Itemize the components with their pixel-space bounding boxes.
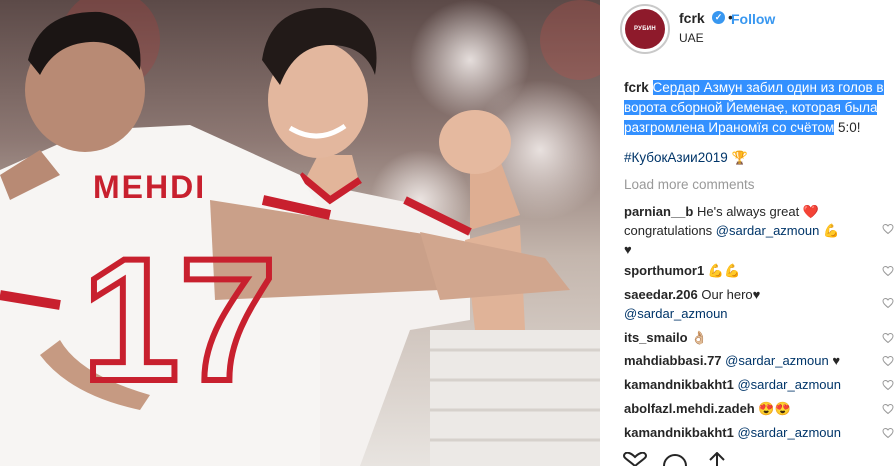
like-comment-heart-icon[interactable] xyxy=(882,223,894,235)
like-comment-heart-icon[interactable] xyxy=(882,297,894,309)
post-location[interactable]: UAE xyxy=(679,31,704,45)
comment-emoji: 💪 xyxy=(822,223,840,238)
like-comment-heart-icon[interactable] xyxy=(882,427,894,439)
comment-emoji: ❤️ xyxy=(802,204,819,219)
post-action-bar xyxy=(622,452,894,466)
comment-username[interactable]: abolfazl.mehdi.zadeh xyxy=(624,401,755,416)
like-comment-heart-icon[interactable] xyxy=(882,403,894,415)
comment-mention[interactable]: @sardar_azmoun xyxy=(716,223,820,238)
comment-text: He's always great xyxy=(696,204,800,219)
jersey-name: MEHDI xyxy=(93,169,206,205)
comment-username[interactable]: kamandnikbakht1 xyxy=(624,425,734,440)
jersey-number: 17 xyxy=(82,223,277,418)
comment-mention[interactable]: @sardar_azmoun xyxy=(624,306,728,321)
post-header: РУБИН fcrk ✓ • Follow UAE xyxy=(600,0,894,60)
avatar[interactable]: РУБИН xyxy=(620,4,670,54)
comment-username[interactable]: sporthumor1 xyxy=(624,263,704,278)
share-icon[interactable] xyxy=(704,452,730,466)
verified-badge-icon: ✓ xyxy=(712,11,725,24)
comment-emoji: 😍😍 xyxy=(758,401,791,416)
comment-username[interactable]: its_smailo xyxy=(624,330,688,345)
comment-item: parnian__b He's always great ❤️ congratu… xyxy=(624,202,886,259)
comment-mention[interactable]: @sardar_azmoun xyxy=(737,425,841,440)
comment-item: kamandnikbakht1 @sardar_azmoun xyxy=(624,375,886,394)
comment-item: sporthumor1 💪💪 xyxy=(624,261,886,280)
avatar-text: РУБИН xyxy=(633,26,657,32)
comment-emoji: ♥ xyxy=(832,353,841,368)
comment-mention[interactable]: @sardar_azmoun xyxy=(725,353,829,368)
comment-emoji: 💪💪 xyxy=(707,263,741,278)
comment-icon[interactable] xyxy=(662,452,688,466)
comment-text: Our hero♥ xyxy=(701,287,761,302)
comment-item: kamandnikbakht1 @sardar_azmoun xyxy=(624,423,886,442)
post-caption: fcrk Сердар Азмун забил один из голов в … xyxy=(624,78,894,138)
load-more-comments-button[interactable]: Load more comments xyxy=(624,177,755,192)
caption-hashtag-line: #КубокАзии2019 🏆 xyxy=(624,150,748,166)
like-comment-heart-icon[interactable] xyxy=(882,332,894,344)
comment-emoji: 👌🏼 xyxy=(691,330,708,345)
like-comment-heart-icon[interactable] xyxy=(882,355,894,367)
post-username[interactable]: fcrk xyxy=(679,10,705,26)
comment-item: abolfazl.mehdi.zadeh 😍😍 xyxy=(624,399,886,418)
post-side-panel: РУБИН fcrk ✓ • Follow UAE fcrk Сердар Аз… xyxy=(600,0,894,466)
comment-username[interactable]: mahdiabbasi.77 xyxy=(624,353,722,368)
comment-item: mahdiabbasi.77 @sardar_azmoun ♥ xyxy=(624,351,886,370)
comment-item: saeedar.206 Our hero♥ @sardar_azmoun xyxy=(624,285,886,323)
photo-illustration: 7 MEHDI 17 xyxy=(0,0,600,466)
comment-mention[interactable]: @sardar_azmoun xyxy=(737,377,841,392)
comment-username[interactable]: kamandnikbakht1 xyxy=(624,377,734,392)
comment-text: congratulations xyxy=(624,223,713,238)
like-comment-heart-icon[interactable] xyxy=(882,265,894,277)
comment-emoji: ♥ xyxy=(624,242,632,257)
like-comment-heart-icon[interactable] xyxy=(882,379,894,391)
follow-button[interactable]: Follow xyxy=(731,11,775,27)
comment-username[interactable]: saeedar.206 xyxy=(624,287,698,302)
hashtag-link[interactable]: #КубокАзии2019 xyxy=(624,150,728,165)
caption-rest-text: 5:0! xyxy=(834,120,861,135)
post-photo: 7 MEHDI 17 xyxy=(0,0,600,466)
comment-item: its_smailo 👌🏼 xyxy=(624,328,886,347)
comment-username[interactable]: parnian__b xyxy=(624,204,693,219)
caption-username[interactable]: fcrk xyxy=(624,80,649,95)
club-logo: РУБИН xyxy=(625,9,665,49)
trophy-emoji: 🏆 xyxy=(731,150,748,165)
heart-outline-icon[interactable] xyxy=(622,452,648,466)
